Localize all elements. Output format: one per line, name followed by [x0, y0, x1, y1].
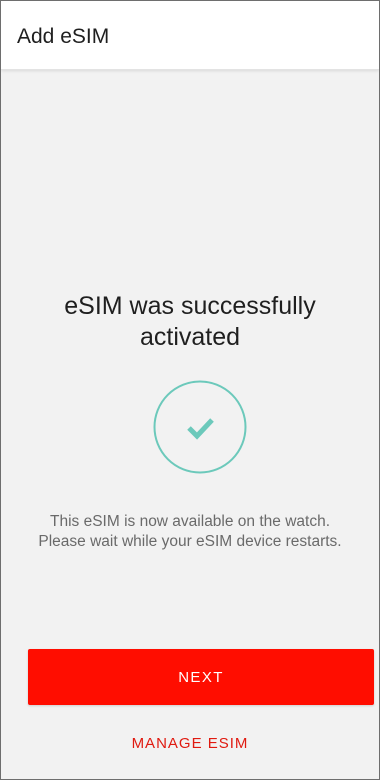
status-message-line2: Please wait while your eSIM device resta…: [38, 533, 342, 550]
status-message: This eSIM is now available on the watch.…: [1, 512, 379, 552]
app-bar: Add eSIM: [1, 1, 379, 70]
check-circle-icon: [153, 380, 247, 474]
manage-esim-button[interactable]: MANAGE ESIM: [1, 729, 379, 757]
next-button[interactable]: NEXT: [28, 649, 374, 705]
success-headline-line1: eSIM was successfully: [64, 292, 316, 320]
screen: Add eSIM eSIM was successfully activated…: [0, 0, 380, 780]
status-message-line1: This eSIM is now available on the watch.: [50, 513, 330, 530]
success-headline: eSIM was successfully activated: [1, 291, 379, 353]
success-headline-line2: activated: [139, 323, 241, 351]
page-title: Add eSIM: [17, 25, 110, 48]
